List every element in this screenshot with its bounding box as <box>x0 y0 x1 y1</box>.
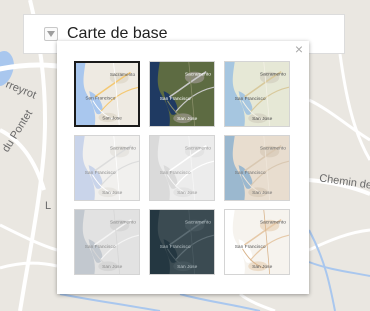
basemap-preview: Sacramento San Francisco San Jose <box>225 136 289 200</box>
thumbnail-place-label: San Jose <box>177 116 197 122</box>
thumbnail-place-label: San Jose <box>102 190 122 196</box>
basemap-thumbnail-streets[interactable]: Sacramento San Francisco San Jose <box>74 61 140 127</box>
basemap-preview: Sacramento San Francisco San Jose <box>75 136 139 200</box>
chevron-down-icon <box>47 31 55 37</box>
basemap-thumbnail-navigation[interactable]: Sacramento San Francisco San Jose <box>74 135 140 201</box>
basemap-preview: Sacramento San Francisco San Jose <box>225 210 289 274</box>
collapse-toggle[interactable] <box>44 27 58 41</box>
map-label-road: L <box>45 200 52 212</box>
thumbnail-place-label: San Jose <box>252 190 272 196</box>
basemap-thumbnail-oceans[interactable]: Sacramento San Francisco San Jose <box>224 135 290 201</box>
thumbnail-place-label: San Jose <box>177 190 197 196</box>
thumbnail-place-label: Sacramento <box>260 146 286 152</box>
thumbnail-place-label: Sacramento <box>260 72 286 78</box>
basemap-preview: Sacramento San Francisco San Jose <box>76 63 138 125</box>
basemap-thumbnail-dark-gray[interactable]: Sacramento San Francisco San Jose <box>149 209 215 275</box>
close-icon[interactable]: × <box>292 42 306 56</box>
basemap-thumbnail-national-geographic[interactable]: Sacramento San Francisco San Jose <box>224 209 290 275</box>
thumbnail-place-label: San Jose <box>252 264 272 270</box>
basemap-preview: Sacramento San Francisco San Jose <box>225 62 289 126</box>
thumbnail-place-label: San Jose <box>102 264 122 270</box>
thumbnail-place-label: Sacramento <box>185 72 211 78</box>
basemap-preview: Sacramento San Francisco San Jose <box>150 210 214 274</box>
thumbnail-place-label: Sacramento <box>110 146 136 152</box>
thumbnail-place-label: San Francisco <box>85 96 115 101</box>
thumbnail-place-label: San Jose <box>252 116 272 122</box>
map-viewer: rreyrot du Pontet Chemin de L Carte de b… <box>0 0 370 311</box>
thumbnail-place-label: San Jose <box>177 264 197 270</box>
thumbnail-place-label: San Francisco <box>160 244 191 250</box>
thumbnail-place-label: San Francisco <box>85 244 116 250</box>
thumbnail-place-label: San Jose <box>102 115 122 120</box>
basemap-thumbnail-terrain[interactable]: Sacramento San Francisco San Jose <box>74 209 140 275</box>
thumbnail-place-label: San Francisco <box>235 244 266 250</box>
thumbnail-place-label: San Francisco <box>235 170 266 176</box>
basemap-preview: Sacramento San Francisco San Jose <box>150 136 214 200</box>
thumbnail-place-label: San Francisco <box>235 96 266 102</box>
thumbnail-place-label: San Francisco <box>85 170 116 176</box>
basemap-preview: Sacramento San Francisco San Jose <box>150 62 214 126</box>
thumbnail-place-label: Sacramento <box>185 146 211 152</box>
basemap-thumbnail-topographic[interactable]: Sacramento San Francisco San Jose <box>224 61 290 127</box>
thumbnail-place-label: Sacramento <box>110 72 136 77</box>
thumbnail-place-label: Sacramento <box>185 220 211 226</box>
basemap-thumbnail-light-gray[interactable]: Sacramento San Francisco San Jose <box>149 135 215 201</box>
basemap-thumbnail-imagery[interactable]: Sacramento San Francisco San Jose <box>149 61 215 127</box>
thumbnail-place-label: San Francisco <box>160 96 191 102</box>
thumbnail-place-label: San Francisco <box>160 170 191 176</box>
basemap-gallery: × Sacramento San Francisco San Jose Sacrame… <box>57 41 309 294</box>
thumbnail-place-label: Sacramento <box>110 220 136 226</box>
basemap-preview: Sacramento San Francisco San Jose <box>75 210 139 274</box>
thumbnail-place-label: Sacramento <box>260 220 286 226</box>
